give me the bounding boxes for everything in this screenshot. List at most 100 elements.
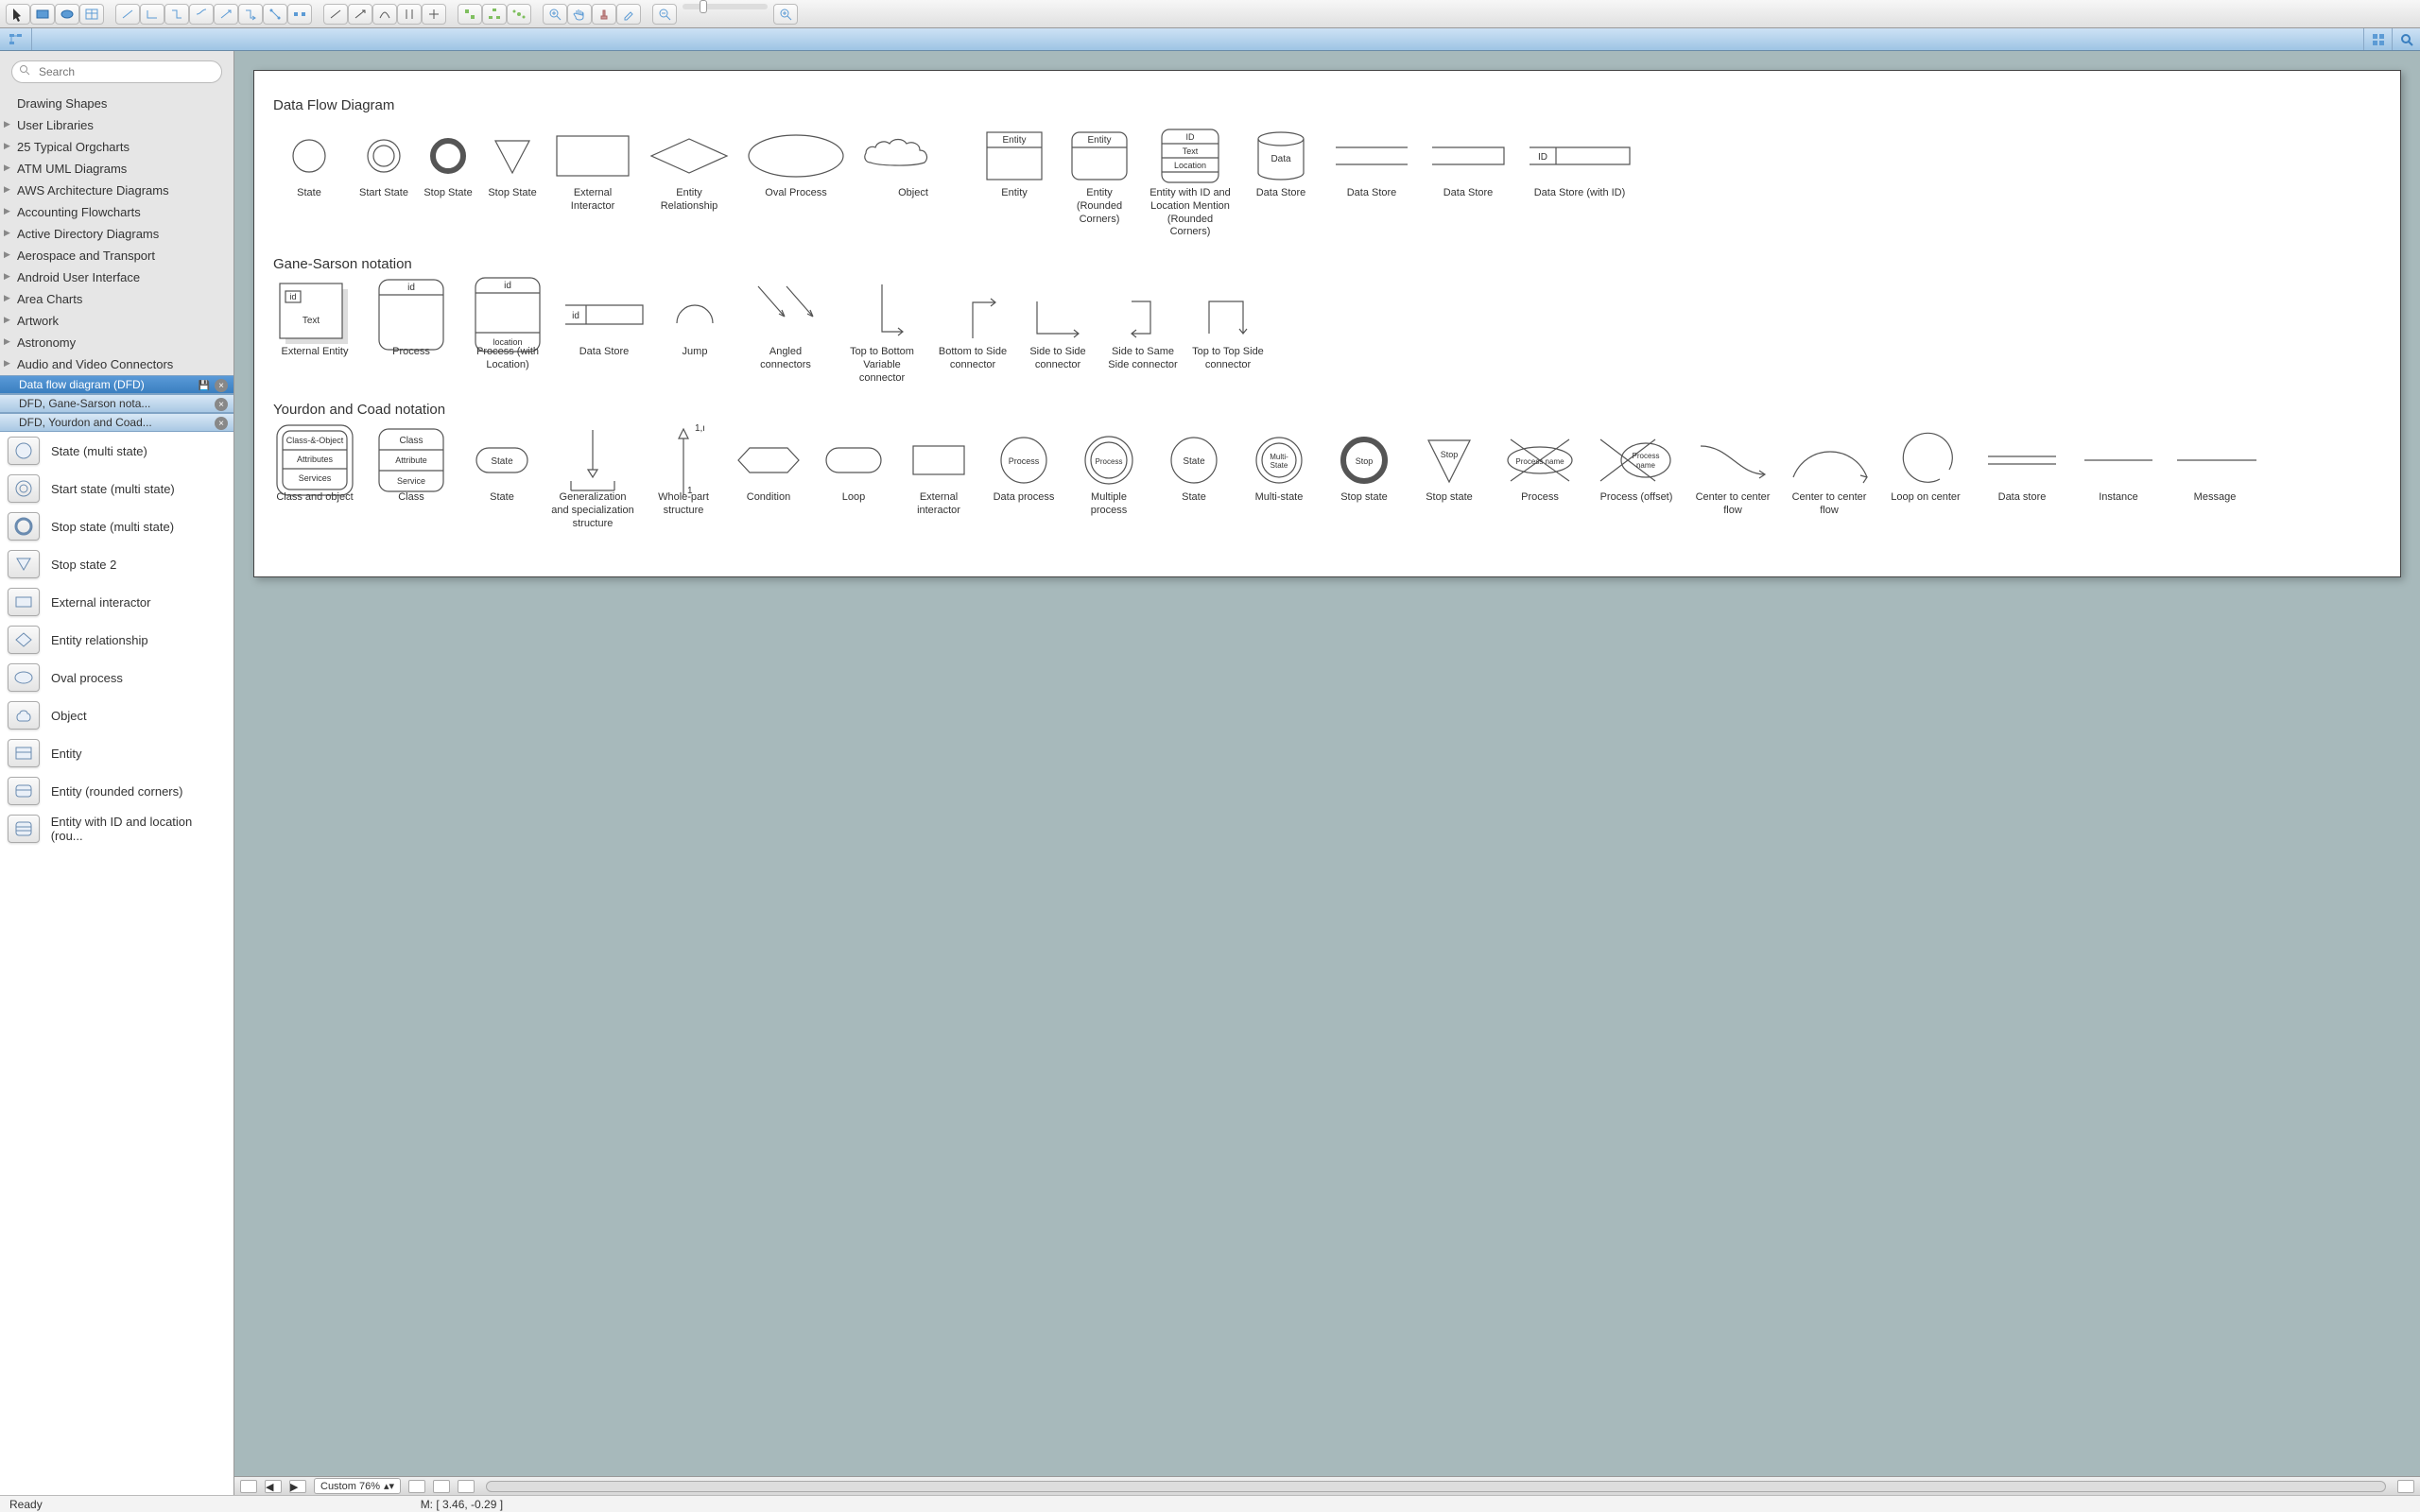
connector-8[interactable] bbox=[287, 4, 312, 25]
palette-item[interactable]: Entity relationship bbox=[0, 621, 233, 659]
zoom-in-button[interactable] bbox=[773, 4, 798, 25]
svg-text:Stop: Stop bbox=[1441, 450, 1459, 459]
horizontal-scrollbar[interactable] bbox=[486, 1481, 2386, 1492]
palette-item[interactable]: Entity (rounded corners) bbox=[0, 772, 233, 810]
category-item[interactable]: AWS Architecture Diagrams bbox=[0, 180, 233, 201]
view-mode-2[interactable] bbox=[433, 1480, 450, 1493]
save-icon[interactable]: 💾 bbox=[198, 379, 211, 392]
connector-5[interactable] bbox=[214, 4, 238, 25]
zoom-display[interactable]: Custom 76%▴▾ bbox=[314, 1478, 401, 1494]
svg-text:Text: Text bbox=[1183, 146, 1199, 156]
status-ready: Ready bbox=[9, 1498, 43, 1511]
view-mode-1[interactable] bbox=[408, 1480, 425, 1493]
search-input[interactable] bbox=[11, 60, 222, 83]
palette-item[interactable]: Stop state (multi state) bbox=[0, 507, 233, 545]
page-next[interactable]: ▶ bbox=[289, 1480, 306, 1493]
zoom-slider[interactable] bbox=[683, 4, 768, 9]
svg-text:Process name: Process name bbox=[1515, 457, 1564, 466]
section-title: Gane-Sarson notation bbox=[273, 256, 2381, 272]
connector-7[interactable] bbox=[263, 4, 287, 25]
arrow-5[interactable] bbox=[422, 4, 446, 25]
svg-text:State: State bbox=[491, 456, 513, 467]
layout-3[interactable] bbox=[507, 4, 531, 25]
svg-text:State: State bbox=[1270, 461, 1288, 470]
canvas-page: Data Flow Diagram State Start State Stop… bbox=[253, 70, 2401, 577]
pan-tool[interactable] bbox=[567, 4, 592, 25]
svg-text:Process: Process bbox=[1633, 452, 1660, 460]
library-tab[interactable]: DFD, Yourdon and Coad... × bbox=[0, 413, 233, 432]
svg-text:State: State bbox=[1183, 456, 1205, 467]
close-icon[interactable]: × bbox=[215, 417, 228, 430]
close-icon[interactable]: × bbox=[215, 379, 228, 392]
pointer-tool[interactable] bbox=[6, 4, 30, 25]
svg-text:id: id bbox=[572, 311, 579, 321]
category-item[interactable]: Astronomy bbox=[0, 332, 233, 353]
palette-item[interactable]: Entity bbox=[0, 734, 233, 772]
arrow-2[interactable] bbox=[348, 4, 372, 25]
category-item[interactable]: Area Charts bbox=[0, 288, 233, 310]
status-bar: Ready M: [ 3.46, -0.29 ] bbox=[0, 1495, 2420, 1512]
svg-text:Data: Data bbox=[1270, 154, 1291, 164]
connector-4[interactable] bbox=[189, 4, 214, 25]
library-sidebar: Drawing Shapes User Libraries 25 Typical… bbox=[0, 51, 234, 1495]
svg-text:1,m: 1,m bbox=[695, 423, 704, 434]
table-tool[interactable] bbox=[79, 4, 104, 25]
svg-text:id: id bbox=[407, 283, 415, 293]
layout-2[interactable] bbox=[482, 4, 507, 25]
palette-item[interactable]: External interactor bbox=[0, 583, 233, 621]
svg-text:Attribute: Attribute bbox=[395, 455, 427, 465]
palette-item[interactable]: Object bbox=[0, 696, 233, 734]
svg-text:Services: Services bbox=[299, 473, 332, 483]
layout-1[interactable] bbox=[458, 4, 482, 25]
shape-palette: State (multi state) Start state (multi s… bbox=[0, 432, 233, 1495]
section-title: Data Flow Diagram bbox=[273, 97, 2381, 113]
svg-text:Attributes: Attributes bbox=[297, 455, 334, 464]
library-tab[interactable]: DFD, Gane-Sarson nota... × bbox=[0, 394, 233, 413]
ellipse-tool[interactable] bbox=[55, 4, 79, 25]
connector-3[interactable] bbox=[164, 4, 189, 25]
category-item[interactable]: Audio and Video Connectors bbox=[0, 353, 233, 375]
connector-6[interactable] bbox=[238, 4, 263, 25]
svg-text:Stop: Stop bbox=[1356, 456, 1374, 466]
connector-2[interactable] bbox=[140, 4, 164, 25]
category-item[interactable]: Artwork bbox=[0, 310, 233, 332]
category-item[interactable]: Android User Interface bbox=[0, 266, 233, 288]
page-prev[interactable]: ◀ bbox=[265, 1480, 282, 1493]
category-item[interactable]: Accounting Flowcharts bbox=[0, 201, 233, 223]
palette-item[interactable]: Start state (multi state) bbox=[0, 470, 233, 507]
zoom-in-icon[interactable] bbox=[543, 4, 567, 25]
category-item[interactable]: User Libraries bbox=[0, 114, 233, 136]
arrow-3[interactable] bbox=[372, 4, 397, 25]
svg-text:Process: Process bbox=[1009, 456, 1040, 466]
zoom-out-button[interactable] bbox=[652, 4, 677, 25]
stamp-tool[interactable] bbox=[592, 4, 616, 25]
palette-item[interactable]: State (multi state) bbox=[0, 432, 233, 470]
fit-button[interactable] bbox=[2397, 1480, 2414, 1493]
palette-item[interactable]: Oval process bbox=[0, 659, 233, 696]
eyedropper-tool[interactable] bbox=[616, 4, 641, 25]
palette-item[interactable]: Entity with ID and location (rou... bbox=[0, 810, 233, 848]
main-toolbar bbox=[0, 0, 2420, 28]
category-item[interactable]: Aerospace and Transport bbox=[0, 245, 233, 266]
close-icon[interactable]: × bbox=[215, 398, 228, 411]
svg-text:ID: ID bbox=[1538, 152, 1547, 163]
canvas-area[interactable]: Data Flow Diagram State Start State Stop… bbox=[234, 51, 2420, 1495]
section-title: Yourdon and Coad notation bbox=[273, 402, 2381, 418]
library-tab-active[interactable]: Data flow diagram (DFD) 💾 × bbox=[0, 375, 233, 394]
category-item[interactable]: Active Directory Diagrams bbox=[0, 223, 233, 245]
svg-text:Class-&-Object: Class-&-Object bbox=[286, 436, 344, 445]
rect-tool[interactable] bbox=[30, 4, 55, 25]
category-item[interactable]: 25 Typical Orgcharts bbox=[0, 136, 233, 158]
page-toggle[interactable] bbox=[240, 1480, 257, 1493]
library-tree-icon[interactable] bbox=[0, 28, 32, 50]
category-item[interactable]: Drawing Shapes bbox=[0, 93, 233, 114]
view-mode-3[interactable] bbox=[458, 1480, 475, 1493]
connector-1[interactable] bbox=[115, 4, 140, 25]
palette-item[interactable]: Stop state 2 bbox=[0, 545, 233, 583]
category-item[interactable]: ATM UML Diagrams bbox=[0, 158, 233, 180]
arrow-1[interactable] bbox=[323, 4, 348, 25]
arrow-4[interactable] bbox=[397, 4, 422, 25]
grid-view-icon[interactable] bbox=[2363, 28, 2392, 50]
search-toggle-icon[interactable] bbox=[2392, 28, 2420, 50]
library-header bbox=[0, 28, 2420, 51]
